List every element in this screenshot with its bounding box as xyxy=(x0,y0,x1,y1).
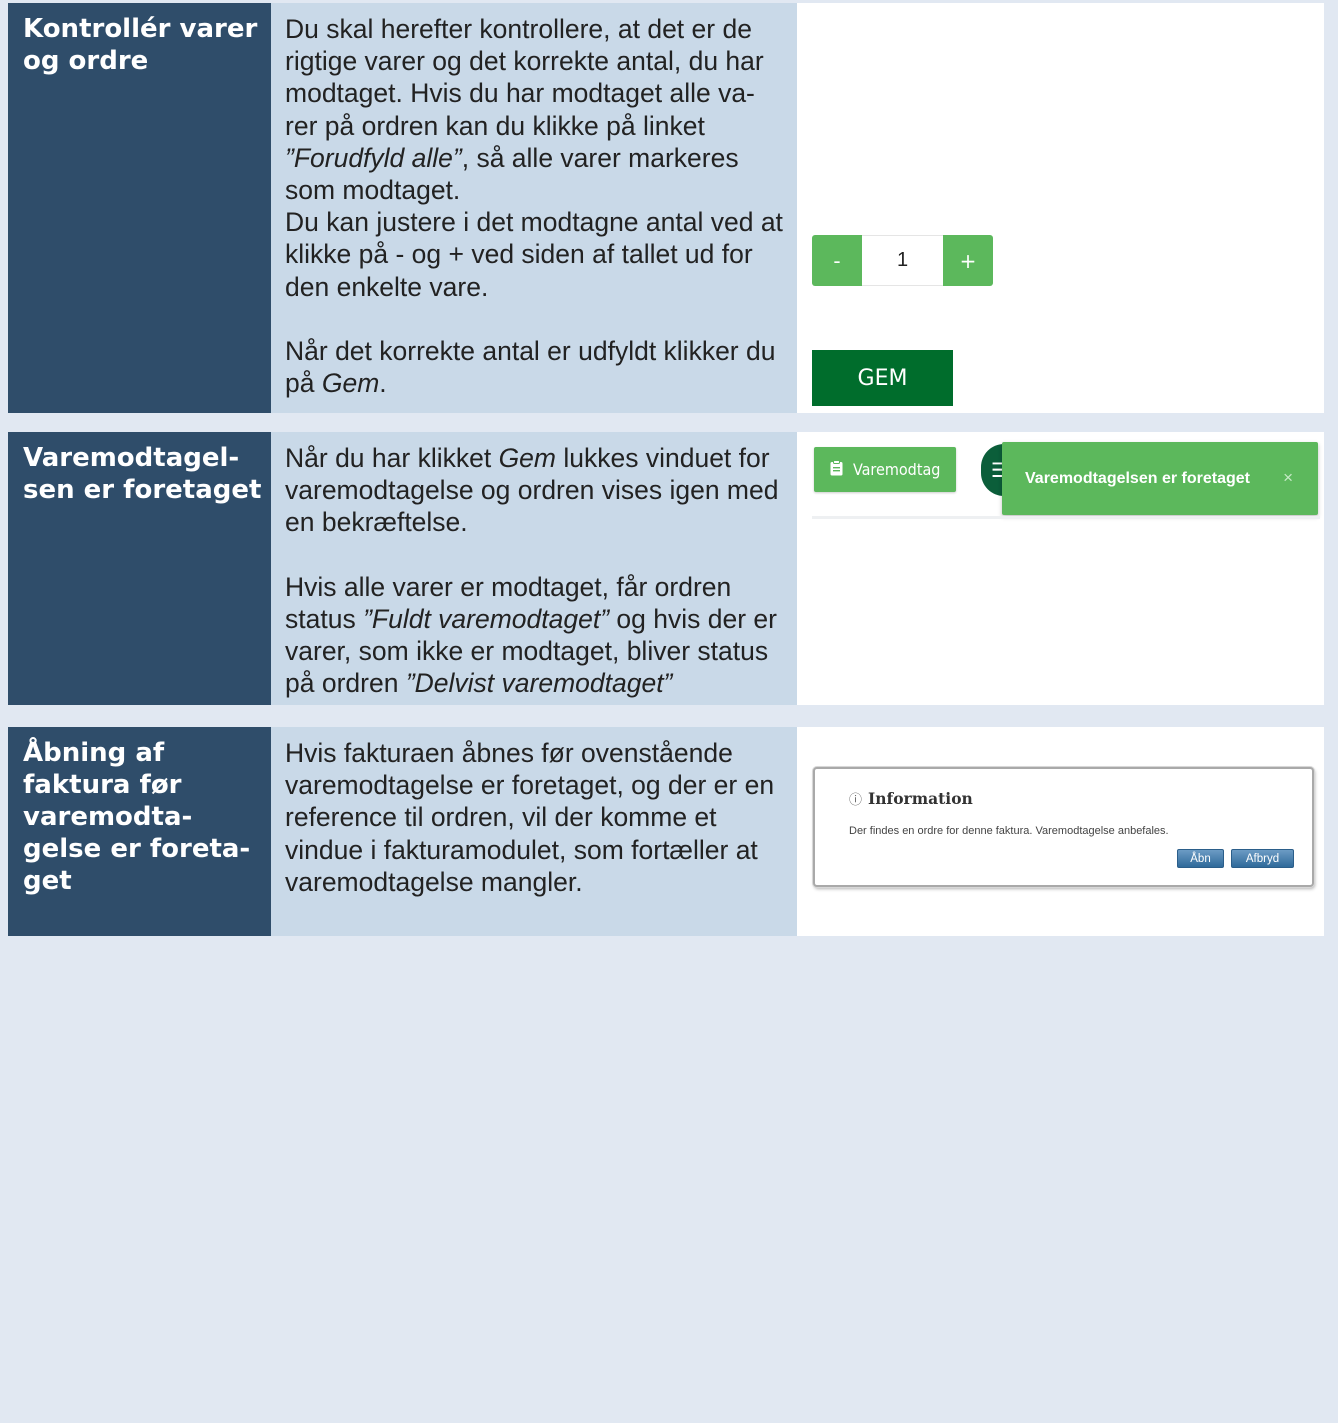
emphasis-text: ”Forudfyld alle” xyxy=(285,142,462,173)
quantity-stepper: - 1 + xyxy=(812,235,993,286)
paragraph: Når det korrekte antal er udfyldt klikke… xyxy=(285,335,787,399)
section-title: Varemodtagel-sen er foretaget xyxy=(8,432,271,705)
information-dialog: ⓘ Information Der findes en ordre for den… xyxy=(813,767,1314,887)
section-title: Åbning af faktura før varemodta-gelse er… xyxy=(8,727,271,936)
emphasis-text: Gem xyxy=(498,443,556,473)
quantity-field[interactable]: 1 xyxy=(862,235,943,286)
screenshot-panel: ⓘ Information Der findes en ordre for den… xyxy=(797,727,1324,936)
emphasis-text: ”Fuldt varemodtaget” xyxy=(363,603,610,634)
text-span: . xyxy=(379,368,387,399)
section-abning-af-faktura: Åbning af faktura før varemodta-gelse er… xyxy=(8,727,1324,936)
section-description: Du skal herefter kontrollere, at det er … xyxy=(271,3,797,413)
section-description: Når du har klikket Gem lukkes vinduet fo… xyxy=(271,432,797,705)
section-title: Kontrollér varer og ordre xyxy=(8,3,271,413)
decrement-button[interactable]: - xyxy=(812,235,862,286)
screenshot-panel: - 1 + GEM xyxy=(797,3,1324,413)
emphasis-text: ”Delvist varemodtaget” xyxy=(405,668,673,699)
paragraph: Hvis fakturaen åbnes før ovenstående var… xyxy=(285,738,775,897)
divider xyxy=(812,516,1320,519)
section-kontroller-varer: Kontrollér varer og ordre Du skal hereft… xyxy=(8,3,1324,413)
dialog-message: Der findes en ordre for denne faktura. V… xyxy=(849,825,1169,837)
success-toast: Varemodtagelsen er foretaget × xyxy=(1002,442,1318,515)
open-button[interactable]: Åbn xyxy=(1177,849,1224,868)
paragraph: Du skal herefter kontrollere, at det er … xyxy=(285,13,787,206)
section-description: Hvis fakturaen åbnes før ovenstående var… xyxy=(271,727,797,936)
close-icon[interactable]: × xyxy=(1283,468,1293,488)
screenshot-panel: Varemodtag ☰ Varemodtagelsen er foretage… xyxy=(797,432,1324,705)
emphasis-text: Gem xyxy=(321,368,380,399)
clipboard-icon xyxy=(830,459,843,480)
save-button[interactable]: GEM xyxy=(812,350,953,406)
info-icon: ⓘ xyxy=(849,793,863,808)
dialog-title: ⓘ Information xyxy=(849,789,973,808)
toast-message: Varemodtagelsen er foretaget xyxy=(1025,469,1250,487)
paragraph: Når du har klikket Gem lukkes vinduet fo… xyxy=(285,442,787,539)
section-varemodtagelse-foretaget: Varemodtagel-sen er foretaget Når du har… xyxy=(8,432,1324,705)
text-span: Når du har klikket xyxy=(285,443,499,473)
paragraph: Hvis alle varer er modtaget, får ordren … xyxy=(285,571,787,700)
dialog-title-text: Information xyxy=(868,789,973,808)
increment-button[interactable]: + xyxy=(943,235,993,286)
paragraph: Du kan justere i det modtagne antal ved … xyxy=(285,207,783,302)
varemodtag-label: Varemodtag xyxy=(853,460,941,479)
text-span: Du skal herefter kontrollere, at det er … xyxy=(285,14,764,141)
cancel-button[interactable]: Afbryd xyxy=(1231,849,1294,868)
varemodtag-button[interactable]: Varemodtag xyxy=(814,447,956,492)
